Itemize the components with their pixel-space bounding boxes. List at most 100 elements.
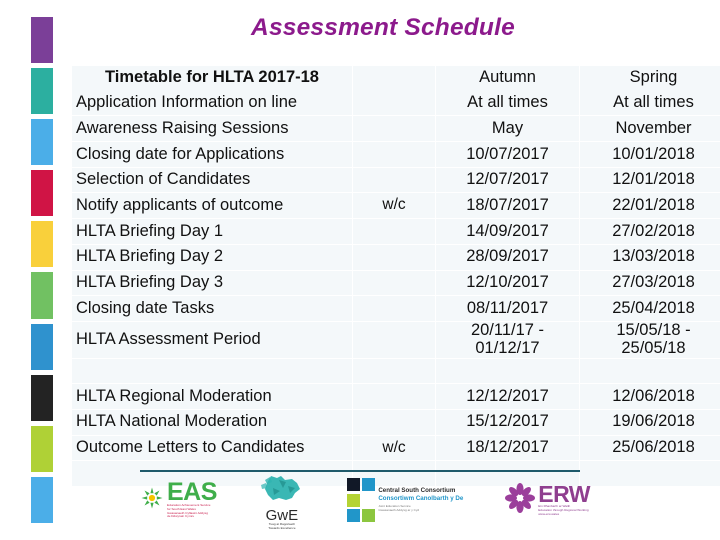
assessment-schedule-table: Timetable for HLTA 2017-18 Autumn Spring…: [72, 66, 720, 486]
task-cell: Awareness Raising Sessions: [72, 116, 353, 143]
eas-strapline: Education Achievement Service for South …: [167, 503, 217, 519]
table-header: Timetable for HLTA 2017-18 Autumn Spring: [72, 66, 720, 91]
csc-name-en: Central South Consortium: [378, 486, 456, 494]
spring-cell: 15/05/18 -25/05/18: [580, 321, 720, 359]
erw-wordmark: ERW: [538, 480, 590, 507]
swatch-crimson: [31, 170, 53, 217]
wc-cell: [353, 270, 436, 297]
wc-cell: w/c: [353, 193, 436, 220]
task-cell: HLTA Briefing Day 2: [72, 244, 353, 271]
spring-cell-line: 25/05/18: [621, 338, 686, 357]
table-row: HLTA Assessment Period 20/11/17 -01/12/17…: [72, 321, 720, 359]
eas-wordmark: EAS: [167, 477, 217, 506]
autumn-cell: 18/07/2017: [436, 193, 580, 220]
left-color-strip: [31, 17, 53, 523]
wc-cell: [353, 116, 436, 143]
swatch-green: [31, 272, 53, 319]
task-cell: Outcome Letters to Candidates: [72, 435, 353, 462]
spring-cell: At all times: [580, 90, 720, 117]
spring-cell: 25/04/2018: [580, 296, 720, 322]
table-row: HLTA Briefing Day 1 14/09/2017 27/02/2018: [72, 219, 720, 245]
autumn-cell: 12/10/2017: [436, 270, 580, 297]
table-spacer-row: [72, 358, 720, 385]
csc-logo-text: Central South Consortium Consortiwm Cano…: [378, 487, 463, 513]
autumn-cell: 20/11/17 -01/12/17: [436, 321, 580, 359]
logo-divider: [140, 470, 580, 472]
spring-cell: 10/01/2018: [580, 142, 720, 168]
autumn-cell: 15/12/2017: [436, 409, 580, 436]
autumn-cell: May: [436, 116, 580, 143]
table-row: Selection of Candidates 12/07/2017 12/01/2…: [72, 167, 720, 194]
wc-cell: [353, 90, 436, 117]
wc-cell: [353, 142, 436, 168]
wc-cell: [353, 296, 436, 322]
swatch-steel-blue: [31, 323, 53, 370]
table-row: HLTA Briefing Day 3 12/10/2017 27/03/2018: [72, 270, 720, 297]
wc-cell: [353, 321, 436, 359]
spring-cell: [580, 358, 720, 385]
wc-cell: [353, 384, 436, 410]
autumn-cell: 10/07/2017: [436, 142, 580, 168]
wc-cell: [353, 244, 436, 271]
erw-logo: ERW Ein Rhanbarth ar Waith Education thr…: [505, 474, 590, 526]
spring-cell: 19/06/2018: [580, 409, 720, 436]
task-cell: Application Information on line: [72, 90, 353, 117]
swatch-black: [31, 374, 53, 421]
table-row: HLTA Briefing Day 2 28/09/2017 13/03/2018: [72, 244, 720, 271]
eas-logo: EAS Education Achievement Service for So…: [140, 474, 217, 526]
swatch-blue: [31, 119, 53, 166]
central-south-consortium-logo: Central South Consortium Consortiwm Cano…: [346, 474, 463, 526]
erw-strapline: Ein Rhanbarth ar Waith Education through…: [538, 504, 590, 517]
spring-cell: 13/03/2018: [580, 244, 720, 271]
autumn-cell-line: 20/11/17 -: [470, 321, 545, 339]
erw-logo-text: ERW Ein Rhanbarth ar Waith Education thr…: [538, 480, 590, 517]
table-row: Outcome Letters to Candidates w/c 18/12/20…: [72, 435, 720, 462]
spring-cell-line: 15/05/18 -: [616, 321, 691, 339]
autumn-cell: 14/09/2017: [436, 219, 580, 245]
header-wc: [353, 66, 436, 91]
eas-starburst-icon: [140, 486, 164, 515]
partner-logo-row: EAS Education Achievement Service for So…: [140, 474, 590, 532]
wc-cell: w/c: [353, 435, 436, 462]
csc-strapline-line-2: Gwasanaeth Addysg ar y Cyd: [378, 508, 420, 513]
task-cell: HLTA National Moderation: [72, 409, 353, 436]
task-cell: Closing date for Applications: [72, 142, 353, 168]
header-timetable-title: Timetable for HLTA 2017-18: [72, 66, 353, 91]
table-row: Notify applicants of outcome w/c 18/07/201…: [72, 193, 720, 220]
spring-cell: 25/06/2018: [580, 435, 720, 462]
spring-cell: 27/02/2018: [580, 219, 720, 245]
swatch-yellow: [31, 221, 53, 268]
eas-strapline-line-4: de Ddwyrain Cymru: [167, 514, 195, 519]
autumn-cell: 08/11/2017: [436, 296, 580, 322]
csc-name-cy: Consortiwm Canolbarth y De: [378, 494, 464, 502]
wc-cell: [353, 167, 436, 194]
wc-cell: [353, 219, 436, 245]
swatch-teal: [31, 68, 53, 115]
erw-flower-icon: [505, 482, 536, 518]
table-row: HLTA National Moderation 15/12/2017 19/06/…: [72, 409, 720, 436]
gwe-logo: GwE Tuag at Ragoriaeth Towards Excellenc…: [259, 474, 305, 530]
gwe-strapline: Tuag at Ragoriaeth Towards Excellence: [268, 522, 296, 531]
table-row: HLTA Regional Moderation 12/12/2017 12/06/…: [72, 384, 720, 410]
table-body: Application Information on line At all ti…: [72, 90, 720, 486]
spring-cell: November: [580, 116, 720, 143]
eas-logo-text: EAS Education Achievement Service for So…: [167, 477, 217, 519]
header-autumn: Autumn: [436, 66, 580, 91]
header-spring: Spring: [580, 66, 720, 91]
task-cell: HLTA Assessment Period: [72, 321, 353, 359]
spring-cell: 22/01/2018: [580, 193, 720, 220]
spring-cell: 12/01/2018: [580, 167, 720, 194]
spring-cell: [580, 461, 720, 486]
autumn-cell-line: 01/12/17: [475, 338, 540, 357]
swatch-sky: [31, 476, 53, 523]
autumn-cell: 12/07/2017: [436, 167, 580, 194]
wc-cell: [353, 358, 436, 385]
table-row: Closing date Tasks 08/11/2017 25/04/2018: [72, 296, 720, 322]
spring-cell: 12/06/2018: [580, 384, 720, 410]
autumn-cell: 18/12/2017: [436, 435, 580, 462]
autumn-cell: [436, 358, 580, 385]
gwe-strapline-line-2: Towards Excellence: [268, 525, 296, 530]
autumn-cell: 28/09/2017: [436, 244, 580, 271]
task-cell: HLTA Briefing Day 3: [72, 270, 353, 297]
task-cell: HLTA Regional Moderation: [72, 384, 353, 410]
